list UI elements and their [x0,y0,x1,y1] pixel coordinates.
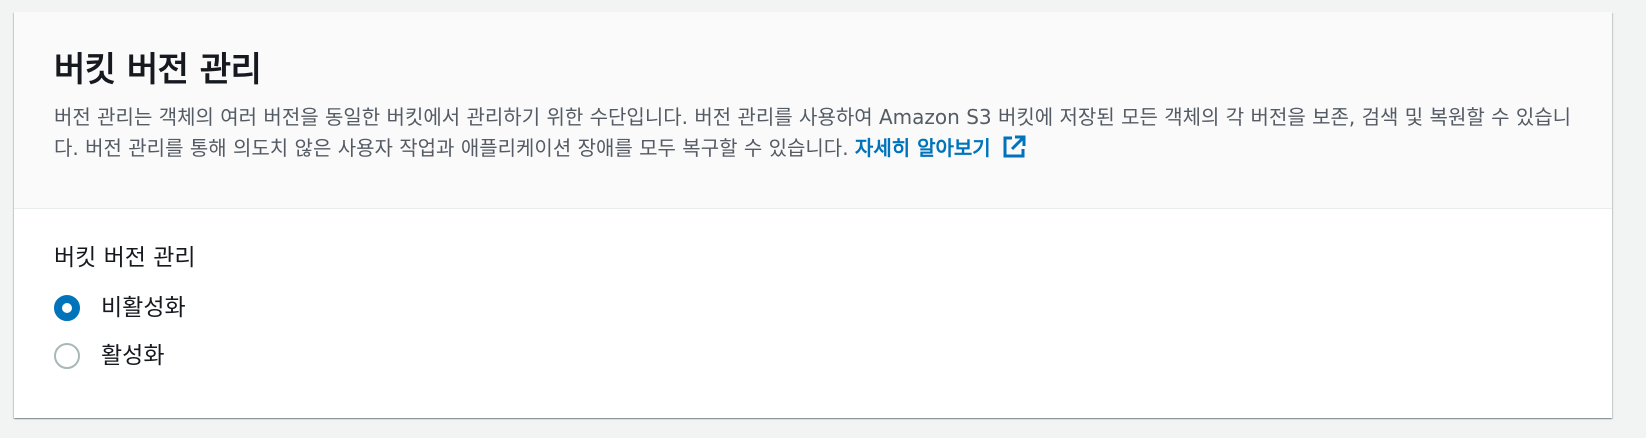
panel-description: 버전 관리는 객체의 여러 버전을 동일한 버킷에서 관리하기 위한 수단입니다… [54,102,1572,164]
panel-body: 버킷 버전 관리 비활성화 활성화 [14,209,1612,380]
versioning-field-label: 버킷 버전 관리 [54,245,196,271]
panel-header: 버킷 버전 관리 버전 관리는 객체의 여러 버전을 동일한 버킷에서 관리하기… [14,12,1612,209]
radio-label-enabled: 활성화 [101,343,165,369]
learn-more-link[interactable]: 자세히 알아보기 [854,135,1027,160]
bucket-versioning-panel: 버킷 버전 관리 버전 관리는 객체의 여러 버전을 동일한 버킷에서 관리하기… [14,12,1612,418]
learn-more-label: 자세히 알아보기 [854,136,991,160]
radio-button-enabled[interactable] [54,343,80,369]
panel-title: 버킷 버전 관리 [54,50,262,90]
external-link-icon [1003,135,1026,158]
radio-button-disabled[interactable] [54,295,80,321]
radio-label-disabled: 비활성화 [101,295,186,321]
description-text: 버전 관리는 객체의 여러 버전을 동일한 버킷에서 관리하기 위한 수단입니다… [54,105,1572,160]
radio-option-enabled[interactable]: 활성화 [54,332,1572,380]
radio-option-disabled[interactable]: 비활성화 [54,284,1572,332]
